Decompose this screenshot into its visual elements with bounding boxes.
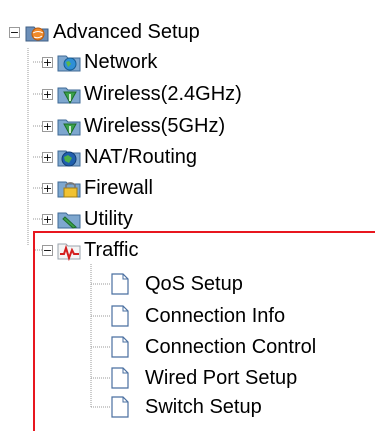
expand-toggle[interactable]: + <box>42 121 53 132</box>
tree-node-label: Advanced Setup <box>53 21 200 43</box>
routing-globe-icon <box>57 150 81 167</box>
navigation-tree: − Advanced Setup + Network + Wireless(2.… <box>0 0 375 431</box>
tree-node-nat-routing[interactable]: + NAT/Routing <box>0 143 300 171</box>
wireless-antenna-icon <box>57 87 81 105</box>
expand-toggle[interactable]: + <box>42 183 53 194</box>
tree-node-utility[interactable]: + Utility <box>0 205 300 233</box>
tree-node-label: NAT/Routing <box>84 146 198 168</box>
tree-node-firewall[interactable]: + Firewall <box>0 174 300 202</box>
wireless-antenna-icon <box>57 119 81 137</box>
tree-node-label: Wireless(5GHz) <box>84 115 226 137</box>
network-globe-icon <box>57 55 81 72</box>
folder-globe-icon <box>25 26 49 42</box>
highlight-box <box>33 231 375 431</box>
expand-toggle[interactable]: + <box>42 152 53 163</box>
utility-pen-icon <box>57 212 81 229</box>
expand-toggle[interactable]: + <box>42 57 53 68</box>
tree-node-label: Wireless(2.4GHz) <box>84 83 242 105</box>
tree-node-label: Utility <box>84 208 133 230</box>
tree-node-network[interactable]: + Network <box>0 48 300 76</box>
tree-node-label: Firewall <box>84 177 153 199</box>
expand-toggle[interactable]: + <box>42 89 53 100</box>
firewall-lock-icon <box>57 181 81 198</box>
tree-node-wireless-5ghz[interactable]: + Wireless(5GHz) <box>0 112 300 140</box>
collapse-toggle[interactable]: − <box>9 27 20 38</box>
expand-toggle[interactable]: + <box>42 214 53 225</box>
tree-node-advanced-setup[interactable]: − Advanced Setup <box>0 18 300 46</box>
tree-node-wireless-24ghz[interactable]: + Wireless(2.4GHz) <box>0 80 300 108</box>
tree-node-label: Network <box>84 51 158 73</box>
